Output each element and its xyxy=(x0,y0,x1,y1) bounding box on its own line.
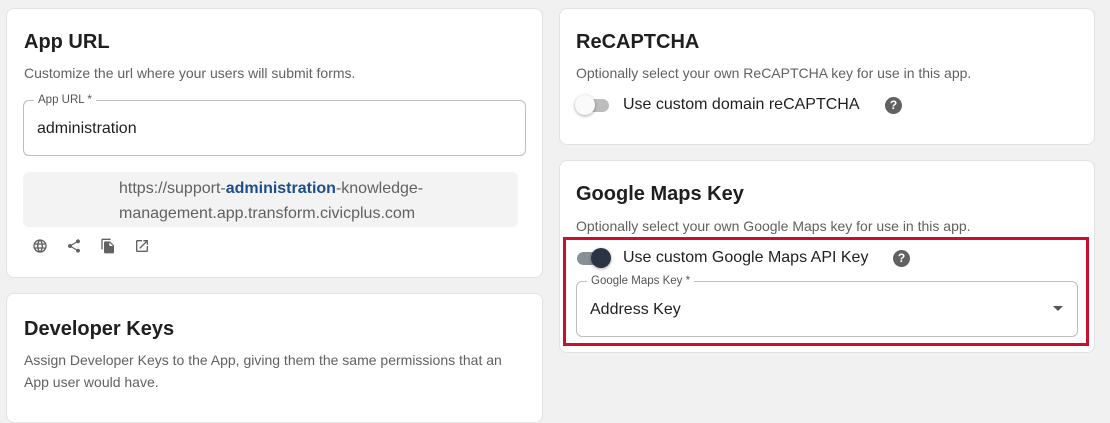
app-url-card: App URL Customize the url where your use… xyxy=(6,8,543,278)
open-in-new-icon[interactable] xyxy=(132,236,152,256)
globe-icon[interactable] xyxy=(30,236,50,256)
recaptcha-title: ReCAPTCHA xyxy=(576,31,700,53)
app-url-title: App URL xyxy=(24,31,110,53)
url-prefix: https://support- xyxy=(119,180,226,197)
developer-keys-card: Developer Keys Assign Developer Keys to … xyxy=(6,293,543,423)
share-icon[interactable] xyxy=(64,236,84,256)
copy-icon[interactable] xyxy=(98,236,118,256)
url-highlight: administration xyxy=(225,180,336,197)
app-url-field[interactable]: App URL * administration xyxy=(23,93,526,156)
developer-keys-title: Developer Keys xyxy=(24,318,175,340)
highlight-annotation xyxy=(563,237,1089,346)
help-icon[interactable]: ? xyxy=(885,97,902,114)
recaptcha-toggle-label: Use custom domain reCAPTCHA xyxy=(623,96,860,113)
google-maps-description: Optionally select your own Google Maps k… xyxy=(576,218,971,234)
recaptcha-card: ReCAPTCHA Optionally select your own ReC… xyxy=(559,8,1095,145)
toggle-knob xyxy=(575,95,595,115)
app-url-field-label: App URL * xyxy=(34,93,96,107)
app-url-preview-text: https://support-administration-knowledge… xyxy=(119,176,449,226)
recaptcha-toggle[interactable] xyxy=(575,94,611,116)
recaptcha-description: Optionally select your own ReCAPTCHA key… xyxy=(576,65,972,81)
app-url-description: Customize the url where your users will … xyxy=(24,65,356,81)
google-maps-title: Google Maps Key xyxy=(576,183,744,205)
developer-keys-description: Assign Developer Keys to the App, giving… xyxy=(24,352,502,390)
app-url-input-value[interactable]: administration xyxy=(37,120,137,138)
app-url-preview: https://support-administration-knowledge… xyxy=(23,172,518,227)
